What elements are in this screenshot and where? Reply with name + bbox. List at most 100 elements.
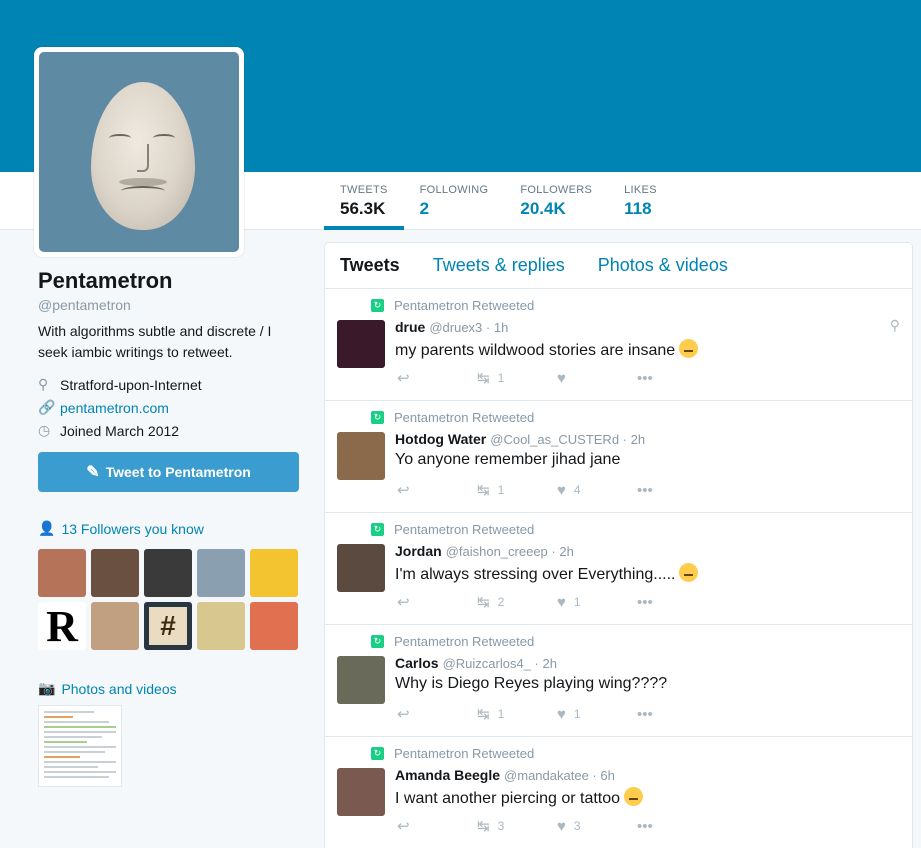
follower-avatar[interactable]	[250, 602, 298, 650]
reply-button[interactable]: ↩	[397, 369, 477, 387]
tweet-author-name[interactable]: Carlos	[395, 655, 439, 671]
clock-icon: ◷	[38, 422, 51, 438]
avatar-image	[39, 52, 239, 252]
like-button[interactable]: ♥ 1	[557, 706, 637, 723]
photos-videos-link[interactable]: 📷 Photos and videos	[38, 680, 308, 697]
stat-label: FOLLOWING	[419, 184, 489, 196]
follower-avatar[interactable]	[38, 549, 86, 597]
tweet-author-avatar[interactable]	[337, 768, 385, 816]
profile-location: Stratford-upon-Internet	[60, 376, 202, 393]
more-button[interactable]: •••	[637, 706, 653, 723]
retweet-button[interactable]: ↹ 1	[477, 705, 557, 723]
more-icon: •••	[637, 481, 653, 499]
followers-you-know-link[interactable]: 👤 13 Followers you know	[38, 520, 308, 537]
media-thumbnail[interactable]	[38, 705, 122, 787]
tweet-text: my parents wildwood stories are insane	[395, 342, 676, 359]
follower-avatar[interactable]: #	[144, 602, 192, 650]
stat-tweets[interactable]: TWEETS 56.3K	[324, 172, 404, 230]
reply-button[interactable]: ↩	[397, 593, 477, 611]
tweet-list: ↻ Pentametron Retweeted drue @druex3 · 1h my…	[325, 289, 912, 848]
tweet-header: Jordan @faishon_creeep · 2h	[395, 543, 574, 559]
retweet-icon: ↻	[371, 299, 384, 312]
more-button[interactable]: •••	[637, 594, 653, 611]
retweet-button[interactable]: ↹ 3	[477, 817, 557, 835]
tweet-author-name[interactable]: Amanda Beegle	[395, 767, 500, 783]
more-button[interactable]: •••	[637, 482, 653, 499]
more-icon: •••	[637, 705, 653, 723]
tweet-author-meta[interactable]: @druex3 · 1h	[429, 320, 508, 335]
tab-photos-videos[interactable]: Photos & videos	[598, 255, 728, 276]
stat-label: LIKES	[624, 184, 657, 196]
profile-handle[interactable]: @pentametron	[38, 297, 308, 313]
tweet-author-name[interactable]: drue	[395, 319, 425, 335]
tweet-author-meta[interactable]: @mandakatee · 6h	[504, 768, 615, 783]
retweet-count: 1	[497, 371, 505, 385]
tweet-author-avatar[interactable]	[337, 432, 385, 480]
like-button[interactable]: ♥ 3	[557, 818, 637, 835]
profile-avatar[interactable]	[34, 47, 244, 257]
profile-website-link[interactable]: pentametron.com	[60, 400, 169, 416]
heart-icon: ♥	[557, 817, 566, 835]
tweet-item[interactable]: ↻ Pentametron Retweeted Jordan @faishon_cre…	[325, 513, 912, 625]
reply-icon: ↩	[397, 370, 410, 387]
heart-icon: ♥	[557, 593, 566, 611]
follower-avatar[interactable]	[91, 602, 139, 650]
joined-row: ◷ Joined March 2012	[38, 419, 308, 442]
stat-likes[interactable]: LIKES 118	[608, 172, 673, 230]
profile-joined: Joined March 2012	[60, 422, 180, 439]
tweet-to-label: Tweet to Pentametron	[105, 464, 251, 480]
like-button[interactable]: ♥	[557, 370, 637, 387]
retweet-icon: ↻	[371, 411, 384, 424]
profile-stats: TWEETS 56.3K FOLLOWING 2 FOLLOWERS 20.4K…	[324, 172, 673, 230]
tweet-text: Why is Diego Reyes playing wing????	[395, 675, 668, 692]
like-count: 3	[573, 819, 581, 833]
retweet-button[interactable]: ↹ 1	[477, 481, 557, 499]
location-pin-icon[interactable]: ⚲	[890, 317, 900, 334]
tab-tweets-replies[interactable]: Tweets & replies	[433, 255, 565, 276]
follower-avatar[interactable]: R	[38, 602, 86, 650]
more-icon: •••	[637, 817, 653, 835]
retweet-icon: ↹	[477, 818, 490, 835]
tweet-author-meta[interactable]: @Ruizcarlos4_ · 2h	[443, 656, 557, 671]
like-count: 1	[573, 595, 581, 609]
retweet-label: Pentametron Retweeted	[394, 298, 535, 313]
tweet-item[interactable]: ↻ Pentametron Retweeted Carlos @Ruizcarlos4…	[325, 625, 912, 737]
follower-avatar[interactable]	[197, 549, 245, 597]
tweet-actions: ↩ ↹ 3 ♥ 3 •••	[397, 817, 653, 836]
tweet-author-meta[interactable]: @faishon_creeep · 2h	[446, 544, 574, 559]
follower-avatar[interactable]	[250, 549, 298, 597]
reply-icon: ↩	[397, 594, 410, 611]
follower-avatar[interactable]	[197, 602, 245, 650]
like-button[interactable]: ♥ 4	[557, 482, 637, 499]
more-button[interactable]: •••	[637, 818, 653, 835]
retweet-button[interactable]: ↹ 2	[477, 593, 557, 611]
tweet-item[interactable]: ↻ Pentametron Retweeted Hotdog Water @Cool_…	[325, 401, 912, 513]
stat-followers[interactable]: FOLLOWERS 20.4K	[504, 172, 608, 230]
tweet-to-button[interactable]: ✎ Tweet to Pentametron	[38, 452, 299, 492]
tweet-item[interactable]: ↻ Pentametron Retweeted Amanda Beegle @mand…	[325, 737, 912, 848]
tweet-author-name[interactable]: Hotdog Water	[395, 431, 486, 447]
follower-avatar[interactable]	[144, 549, 192, 597]
retweet-context: ↻ Pentametron Retweeted	[371, 634, 534, 649]
like-count: 1	[573, 707, 581, 721]
tweet-author-avatar[interactable]	[337, 656, 385, 704]
reply-button[interactable]: ↩	[397, 705, 477, 723]
retweet-icon: ↻	[371, 747, 384, 760]
tweet-author-name[interactable]: Jordan	[395, 543, 442, 559]
retweet-count: 1	[497, 707, 505, 721]
stat-value: 56.3K	[340, 199, 386, 218]
stat-following[interactable]: FOLLOWING 2	[404, 172, 505, 230]
photos-videos-label: Photos and videos	[61, 680, 177, 697]
follower-avatar[interactable]	[91, 549, 139, 597]
tweet-author-avatar[interactable]	[337, 320, 385, 368]
tab-tweets[interactable]: Tweets	[340, 255, 400, 276]
tweet-author-meta[interactable]: @Cool_as_CUSTERd · 2h	[490, 432, 645, 447]
tweet-item[interactable]: ↻ Pentametron Retweeted drue @druex3 · 1h my…	[325, 289, 912, 401]
reply-button[interactable]: ↩	[397, 817, 477, 835]
retweet-button[interactable]: ↹ 1	[477, 369, 557, 387]
profile-name[interactable]: Pentametron	[38, 268, 308, 294]
tweet-author-avatar[interactable]	[337, 544, 385, 592]
more-button[interactable]: •••	[637, 370, 653, 387]
reply-button[interactable]: ↩	[397, 481, 477, 499]
like-button[interactable]: ♥ 1	[557, 594, 637, 611]
